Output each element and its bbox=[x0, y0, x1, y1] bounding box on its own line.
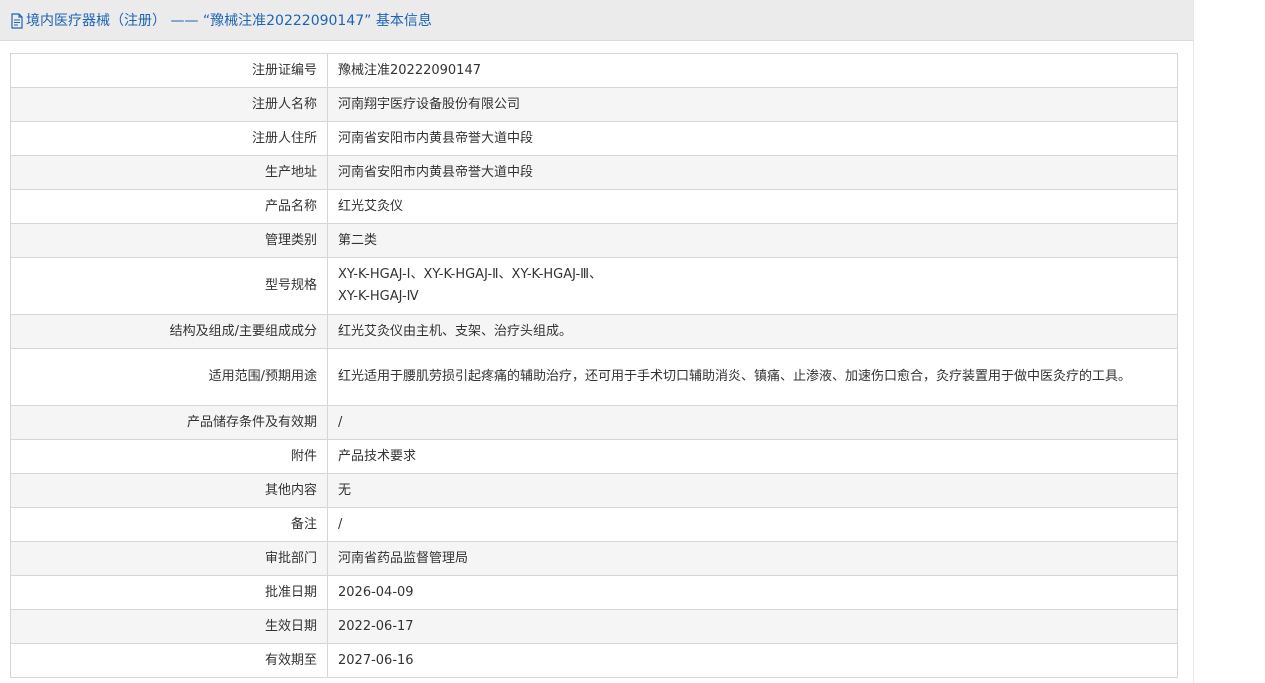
row-label: 注册人住所 bbox=[10, 121, 328, 156]
row-value: 河南翔宇医疗设备股份有限公司 bbox=[327, 87, 1178, 122]
page-title: 境内医疗器械（注册） —— “豫械注准20222090147” 基本信息 bbox=[26, 13, 432, 29]
table-row: 适用范围/预期用途 红光适用于腰肌劳损引起疼痛的辅助治疗，还可用于手术切口辅助消炎… bbox=[10, 348, 1178, 406]
table-row: 附件 产品技术要求 bbox=[10, 439, 1178, 474]
row-label: 附件 bbox=[10, 439, 328, 474]
row-label: 管理类别 bbox=[10, 223, 328, 258]
row-label: 型号规格 bbox=[10, 257, 328, 315]
row-label: 注册证编号 bbox=[10, 53, 328, 88]
row-label: 批准日期 bbox=[10, 575, 328, 610]
detail-panel: 境内医疗器械（注册） —— “豫械注准20222090147” 基本信息 注册证… bbox=[0, 0, 1194, 683]
row-value: 红光艾灸仪 bbox=[327, 189, 1178, 224]
info-table-container: 注册证编号 豫械注准20222090147 注册人名称 河南翔宇医疗设备股份有限公司注… bbox=[10, 53, 1178, 678]
table-row: 产品名称 红光艾灸仪 bbox=[10, 189, 1178, 224]
row-value: 无 bbox=[327, 473, 1178, 508]
row-label: 审批部门 bbox=[10, 541, 328, 576]
row-value: / bbox=[327, 405, 1178, 440]
row-value: 2026-04-09 bbox=[327, 575, 1178, 610]
row-value: 产品技术要求 bbox=[327, 439, 1178, 474]
row-value: 2027-06-16 bbox=[327, 643, 1178, 678]
row-value: 河南省安阳市内黄县帝誉大道中段 bbox=[327, 155, 1178, 190]
table-row: 其他内容无 bbox=[10, 473, 1178, 508]
page-header: 境内医疗器械（注册） —— “豫械注准20222090147” 基本信息 bbox=[0, 0, 1193, 41]
row-value: / bbox=[327, 507, 1178, 542]
row-label: 其他内容 bbox=[10, 473, 328, 508]
table-row: 有效期至 2027-06-16 bbox=[10, 643, 1178, 678]
table-row: 备注 / bbox=[10, 507, 1178, 542]
table-row: 型号规格 XY-K-HGAJ-Ⅰ、XY-K-HGAJ-Ⅱ、XY-K-HGAJ-Ⅲ、… bbox=[10, 257, 1178, 315]
table-row: 结构及组成/主要组成成分 红光艾灸仪由主机、支架、治疗头组成。 bbox=[10, 314, 1178, 349]
row-label: 注册人名称 bbox=[10, 87, 328, 122]
document-icon bbox=[10, 13, 24, 29]
row-label: 有效期至 bbox=[10, 643, 328, 678]
table-row: 批准日期 2026-04-09 bbox=[10, 575, 1178, 610]
row-value: 2022-06-17 bbox=[327, 609, 1178, 644]
row-value: 红光适用于腰肌劳损引起疼痛的辅助治疗，还可用于手术切口辅助消炎、镇痛、止渗液、加… bbox=[327, 348, 1178, 406]
table-row: 审批部门 河南省药品监督管理局 bbox=[10, 541, 1178, 576]
table-row: 产品储存条件及有效期 / bbox=[10, 405, 1178, 440]
row-label: 结构及组成/主要组成成分 bbox=[10, 314, 328, 349]
row-label: 产品储存条件及有效期 bbox=[10, 405, 328, 440]
table-row: 注册证编号 豫械注准20222090147 bbox=[10, 53, 1178, 88]
row-value: XY-K-HGAJ-Ⅰ、XY-K-HGAJ-Ⅱ、XY-K-HGAJ-Ⅲ、 XY-… bbox=[327, 257, 1178, 315]
table-row: 管理类别 第二类 bbox=[10, 223, 1178, 258]
table-row: 生效日期 2022-06-17 bbox=[10, 609, 1178, 644]
row-label: 生效日期 bbox=[10, 609, 328, 644]
row-value: 河南省药品监督管理局 bbox=[327, 541, 1178, 576]
table-row: 注册人名称 河南翔宇医疗设备股份有限公司 bbox=[10, 87, 1178, 122]
row-value: 第二类 bbox=[327, 223, 1178, 258]
row-value: 红光艾灸仪由主机、支架、治疗头组成。 bbox=[327, 314, 1178, 349]
row-value: 河南省安阳市内黄县帝誉大道中段 bbox=[327, 121, 1178, 156]
row-label: 生产地址 bbox=[10, 155, 328, 190]
table-row: 生产地址 河南省安阳市内黄县帝誉大道中段 bbox=[10, 155, 1178, 190]
row-label: 产品名称 bbox=[10, 189, 328, 224]
table-row: 注册人住所 河南省安阳市内黄县帝誉大道中段 bbox=[10, 121, 1178, 156]
row-label: 适用范围/预期用途 bbox=[10, 348, 328, 406]
info-table: 注册证编号 豫械注准20222090147 注册人名称 河南翔宇医疗设备股份有限公司注… bbox=[10, 53, 1178, 678]
row-value: 豫械注准20222090147 bbox=[327, 53, 1178, 88]
row-label: 备注 bbox=[10, 507, 328, 542]
